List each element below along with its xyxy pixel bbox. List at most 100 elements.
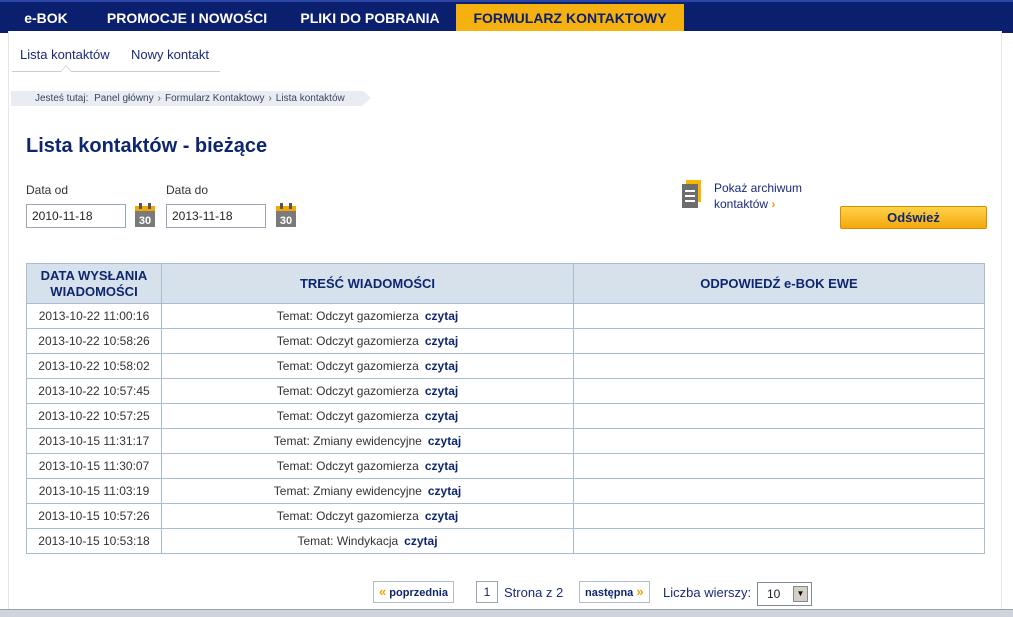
nav-formularz[interactable]: FORMULARZ KONTAKTOWY (456, 4, 684, 32)
row-subject: Temat: Odczyt gazomierza (276, 359, 419, 373)
nav-ebok[interactable]: e-BOK (10, 4, 82, 32)
row-message: Temat: Zmiany ewidencyjne czytaj (161, 428, 574, 454)
archive-link-line1: Pokaż archiwum (714, 181, 803, 195)
row-date: 2013-10-22 10:58:26 (26, 328, 162, 354)
row-date: 2013-10-22 10:57:25 (26, 403, 162, 429)
read-link[interactable]: czytaj (425, 384, 458, 398)
table-row: 2013-10-15 10:53:18 Temat: Windykacja czyt… (26, 528, 985, 554)
breadcrumb-prefix: Jesteś tutaj: (35, 93, 89, 104)
table-row: 2013-10-15 10:57:26 Temat: Odczyt gazomie… (26, 503, 985, 529)
date-to-label: Data do (166, 183, 209, 197)
next-page-button[interactable]: następna » (579, 581, 650, 603)
calendar-from-icon[interactable]: 30 (134, 203, 156, 228)
page-title: Lista kontaktów - bieżące (26, 135, 268, 157)
show-archive-link[interactable]: Pokaż archiwum kontaktów › (714, 180, 802, 212)
archive-link-line2: kontaktów (714, 197, 769, 211)
row-message: Temat: Odczyt gazomierza czytaj (161, 353, 574, 379)
row-subject: Temat: Odczyt gazomierza (276, 384, 419, 398)
nav-promocje[interactable]: PROMOCJE I NOWOŚCI (92, 4, 282, 32)
row-subject: Temat: Zmiany ewidencyjne (273, 434, 422, 448)
nav-pliki[interactable]: PLIKI DO POBRANIA (290, 4, 450, 32)
rows-per-page-label: Liczba wierszy: (663, 585, 752, 600)
breadcrumb-separator: › (268, 93, 272, 104)
read-link[interactable]: czytaj (404, 534, 437, 548)
date-to-input[interactable] (166, 204, 266, 228)
row-reply (573, 453, 985, 479)
read-link[interactable]: czytaj (428, 484, 461, 498)
table-row: 2013-10-15 11:31:17 Temat: Zmiany ewidenc… (26, 428, 985, 454)
double-chevron-left-icon: « (379, 584, 387, 599)
breadcrumb-item-form[interactable]: Formularz Kontaktowy (165, 93, 264, 104)
date-from-input[interactable] (26, 204, 126, 228)
previous-page-button[interactable]: « poprzednia (373, 581, 454, 603)
table-row: 2013-10-22 10:58:02 Temat: Odczyt gazomie… (26, 353, 985, 379)
row-date: 2013-10-15 11:03:19 (26, 478, 162, 504)
row-message: Temat: Odczyt gazomierza czytaj (161, 378, 574, 404)
row-message: Temat: Odczyt gazomierza czytaj (161, 453, 574, 479)
breadcrumb-item-current: Lista kontaktów (275, 93, 345, 104)
top-navigation: e-BOK PROMOCJE I NOWOŚCI PLIKI DO POBRAN… (0, 0, 1013, 33)
column-header-date: DATA WYSŁANIA WIADOMOŚCI (26, 263, 162, 304)
rows-per-page-value: 10 (767, 587, 781, 601)
row-subject: Temat: Windykacja (297, 534, 399, 548)
row-reply (573, 528, 985, 554)
row-subject: Temat: Odczyt gazomierza (276, 509, 419, 523)
row-message: Temat: Odczyt gazomierza czytaj (161, 503, 574, 529)
row-reply (573, 378, 985, 404)
row-reply (573, 403, 985, 429)
row-subject: Temat: Odczyt gazomierza (276, 309, 419, 323)
row-reply (573, 303, 985, 329)
row-date: 2013-10-15 11:30:07 (26, 453, 162, 479)
read-link[interactable]: czytaj (425, 459, 458, 473)
row-reply (573, 353, 985, 379)
archive-document-icon[interactable] (681, 180, 703, 210)
read-link[interactable]: czytaj (425, 309, 458, 323)
row-message: Temat: Odczyt gazomierza czytaj (161, 303, 574, 329)
column-header-reply: ODPOWIEDŹ e-BOK EWE (573, 263, 985, 304)
tab-contact-list[interactable]: Lista kontaktów (20, 47, 110, 62)
row-message: Temat: Odczyt gazomierza czytaj (161, 403, 574, 429)
table-row: 2013-10-22 10:57:45 Temat: Odczyt gazomie… (26, 378, 985, 404)
read-link[interactable]: czytaj (425, 334, 458, 348)
contacts-table: DATA WYSŁANIA WIADOMOŚCI TREŚĆ WIADOMOŚC… (26, 263, 985, 554)
row-subject: Temat: Odczyt gazomierza (276, 334, 419, 348)
tab-new-contact[interactable]: Nowy kontakt (131, 47, 209, 62)
bottom-scrollbar[interactable] (0, 609, 1013, 617)
row-date: 2013-10-22 11:00:16 (26, 303, 162, 329)
row-message: Temat: Zmiany ewidencyjne czytaj (161, 478, 574, 504)
rows-per-page-select[interactable]: 10 ▼ (757, 582, 812, 606)
row-message: Temat: Windykacja czytaj (161, 528, 574, 554)
calendar-day-text: 30 (280, 215, 292, 227)
table-row: 2013-10-15 11:03:19 Temat: Zmiany ewidenc… (26, 478, 985, 504)
read-link[interactable]: czytaj (428, 434, 461, 448)
table-row: 2013-10-22 10:57:25 Temat: Odczyt gazomie… (26, 403, 985, 429)
table-row: 2013-10-22 11:00:16 Temat: Odczyt gazomie… (26, 303, 985, 329)
row-date: 2013-10-15 10:53:18 (26, 528, 162, 554)
refresh-button[interactable]: Odśwież (840, 206, 987, 229)
row-subject: Temat: Odczyt gazomierza (276, 409, 419, 423)
read-link[interactable]: czytaj (425, 509, 458, 523)
page-of-label: Strona z 2 (504, 585, 564, 600)
row-reply (573, 328, 985, 354)
dropdown-arrow-icon[interactable]: ▼ (793, 586, 808, 602)
current-page-number: 1 (476, 581, 498, 603)
table-row: 2013-10-22 10:58:26 Temat: Odczyt gazomie… (26, 328, 985, 354)
calendar-to-icon[interactable]: 30 (275, 203, 297, 228)
table-header-row: DATA WYSŁANIA WIADOMOŚCI TREŚĆ WIADOMOŚC… (26, 263, 985, 304)
read-link[interactable]: czytaj (425, 409, 458, 423)
row-date: 2013-10-15 11:31:17 (26, 428, 162, 454)
row-reply (573, 478, 985, 504)
row-subject: Temat: Zmiany ewidencyjne (273, 484, 422, 498)
breadcrumb-item-home[interactable]: Panel główny (94, 93, 153, 104)
calendar-day-text: 30 (139, 215, 151, 227)
row-reply (573, 428, 985, 454)
row-reply (573, 503, 985, 529)
chevron-right-icon: › (771, 197, 776, 211)
double-chevron-right-icon: » (636, 584, 644, 599)
date-from-label: Data od (26, 183, 69, 197)
breadcrumb-separator: › (157, 93, 161, 104)
row-message: Temat: Odczyt gazomierza czytaj (161, 328, 574, 354)
row-subject: Temat: Odczyt gazomierza (276, 459, 419, 473)
table-row: 2013-10-15 11:30:07 Temat: Odczyt gazomie… (26, 453, 985, 479)
read-link[interactable]: czytaj (425, 359, 458, 373)
